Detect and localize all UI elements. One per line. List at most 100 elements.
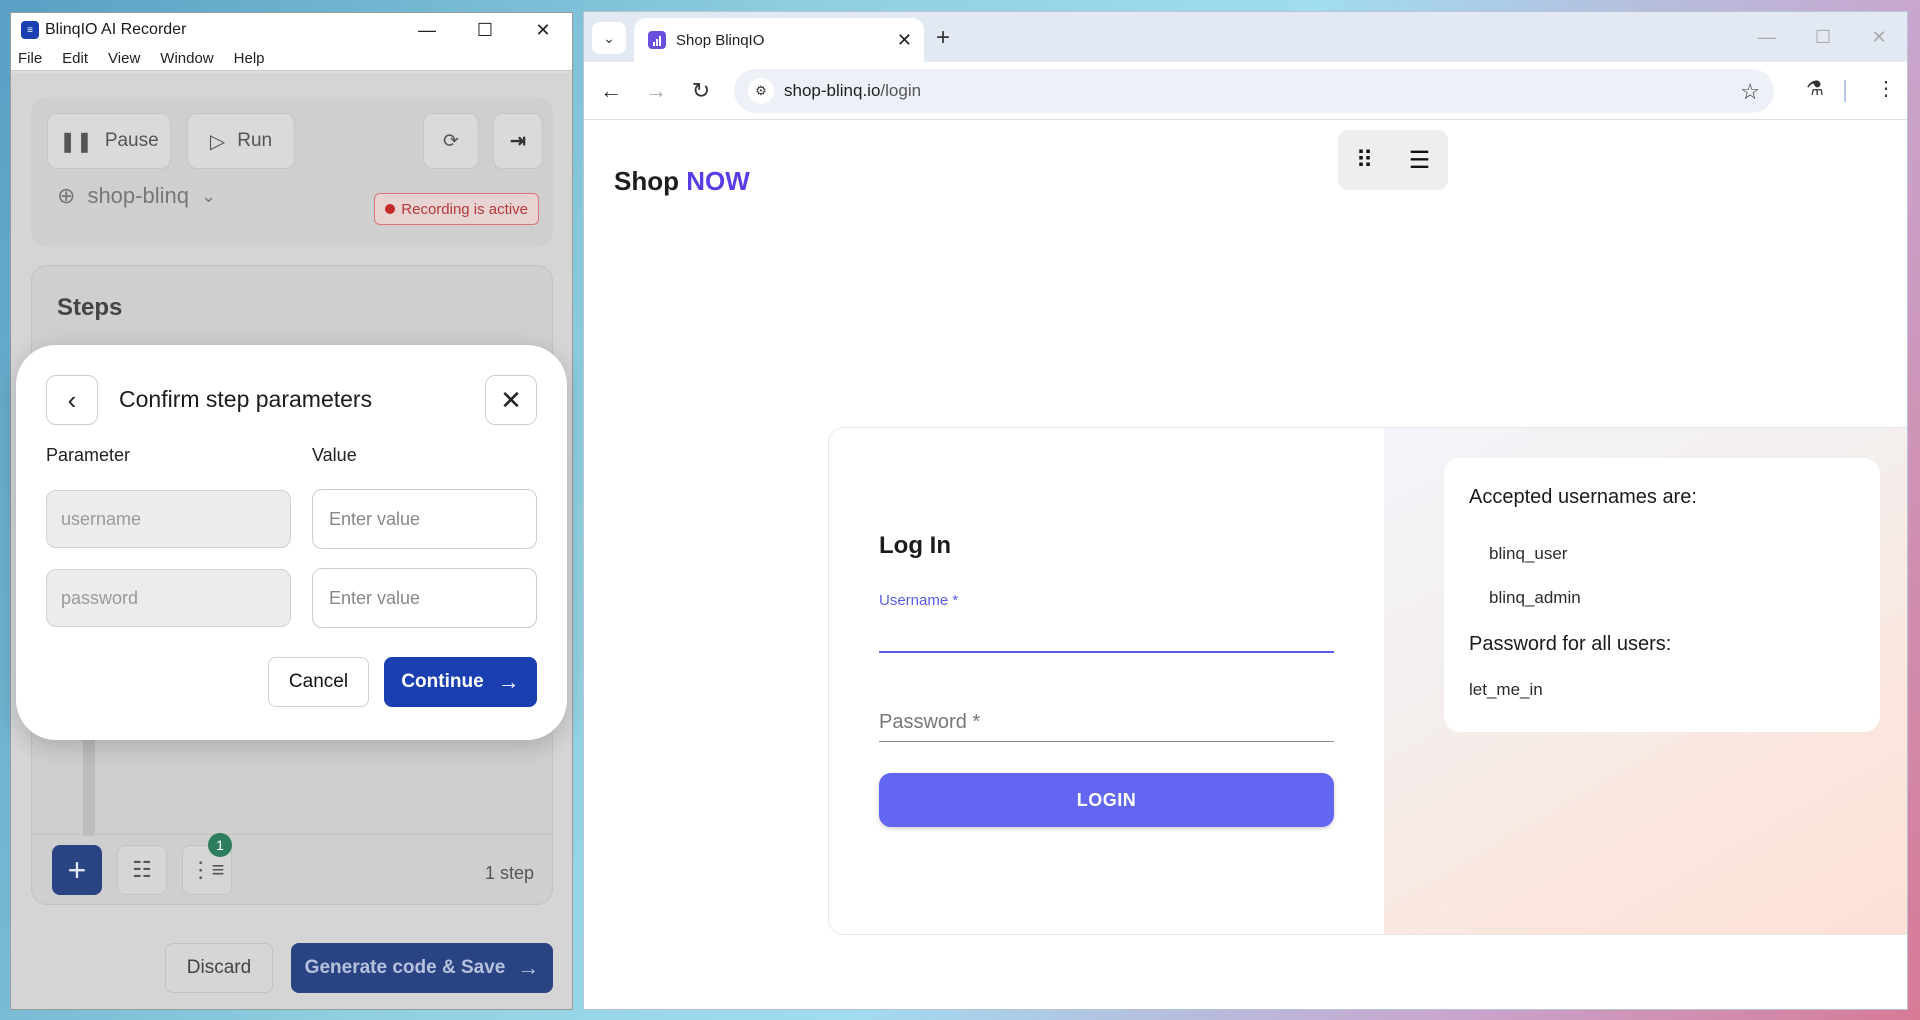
browser-toolbar: ← → ↻ ⚙ shop-blinq.io/login ☆ ⚗ ⋮: [584, 62, 1907, 120]
tab-shop-blinqio[interactable]: Shop BlinqIO ✕: [634, 18, 924, 62]
checklist-button[interactable]: ☷: [117, 845, 167, 895]
pause-label: Pause: [104, 130, 159, 151]
run-label: Run: [237, 130, 273, 151]
close-icon[interactable]: ✕: [514, 13, 572, 47]
recorder-titlebar: ≡ BlinqIO AI Recorder — ☐ ✕: [11, 13, 572, 47]
shop-favicon: [648, 31, 666, 49]
password-label: Password *: [879, 711, 981, 733]
password-value-input[interactable]: [312, 568, 537, 628]
add-step-button[interactable]: +: [52, 845, 102, 895]
skip-to-end-icon: ⇥: [510, 130, 526, 152]
minimize-icon[interactable]: —: [398, 13, 456, 47]
shop-now-logo[interactable]: Shop NOW: [614, 166, 750, 197]
step-timeline-line: [83, 736, 95, 836]
cancel-button[interactable]: Cancel: [268, 657, 369, 707]
chevron-left-icon: ‹: [67, 384, 77, 415]
url-path: /login: [880, 81, 922, 100]
menu-window[interactable]: Window: [158, 50, 213, 67]
close-dialog-button[interactable]: ✕: [485, 375, 537, 425]
browser-window: ⌄ Shop BlinqIO ✕ + — ☐ ✕ ← → ↻ ⚙ shop-bl…: [583, 11, 1908, 1010]
recording-status-badge: Recording is active: [374, 193, 539, 225]
drag-handle-icon[interactable]: ⠿: [1356, 146, 1374, 175]
password-field[interactable]: [879, 741, 1334, 742]
accepted-usernames-heading: Accepted usernames are:: [1469, 486, 1697, 508]
arrow-right-icon: →: [497, 669, 520, 694]
brand-main: Shop: [614, 166, 679, 196]
refresh-button[interactable]: ⟳: [423, 113, 479, 169]
arrow-right-icon: →: [517, 955, 540, 980]
continue-label: Continue: [401, 671, 484, 692]
dialog-title: Confirm step parameters: [119, 386, 373, 412]
login-button[interactable]: LOGIN: [879, 773, 1334, 827]
parameter-name-password: password: [46, 569, 291, 627]
plus-icon: +: [67, 851, 87, 888]
labs-flask-icon[interactable]: ⚗: [1806, 76, 1824, 101]
pause-icon: ❚❚: [59, 130, 93, 153]
password-heading: Password for all users:: [1469, 633, 1672, 655]
tab-title: Shop BlinqIO: [676, 31, 765, 49]
username-value-input[interactable]: [312, 489, 537, 549]
username-field[interactable]: [879, 651, 1334, 653]
generate-label: Generate code & Save: [304, 957, 506, 978]
parameter-column-header: Parameter: [46, 445, 131, 465]
list-tree-icon: ⋮≡: [189, 857, 225, 882]
menu-help[interactable]: Help: [232, 50, 265, 67]
blinqio-app-icon: ≡: [21, 21, 39, 39]
accepted-users-card: Accepted usernames are: blinq_user blinq…: [1444, 458, 1880, 732]
chevron-down-icon: ⌄: [603, 29, 615, 46]
browser-close-icon[interactable]: ✕: [1851, 12, 1907, 62]
login-info-panel: Accepted usernames are: blinq_user blinq…: [1384, 428, 1907, 934]
continue-button[interactable]: Continue →: [384, 657, 537, 707]
browser-maximize-icon[interactable]: ☐: [1795, 12, 1851, 62]
steps-footer: + ☷ ⋮≡ 1 1 step: [32, 833, 552, 904]
checklist-icon: ☷: [132, 857, 152, 882]
project-selector[interactable]: ⊕ shop-blinq ⌄: [57, 183, 216, 209]
parameter-name-username: username: [46, 490, 291, 548]
parameters-count-badge: 1: [208, 833, 232, 857]
pointer-select-icon[interactable]: ☰: [1409, 146, 1431, 175]
project-name: shop-blinq: [87, 183, 189, 208]
back-button[interactable]: ‹: [46, 375, 98, 425]
pause-button[interactable]: ❚❚ Pause: [47, 113, 171, 169]
site-info-icon[interactable]: ⚙: [748, 78, 774, 104]
kebab-menu-icon[interactable]: ⋮: [1876, 76, 1896, 101]
login-title: Log In: [879, 532, 951, 559]
menu-edit[interactable]: Edit: [60, 50, 88, 67]
discard-button[interactable]: Discard: [165, 943, 273, 993]
reload-icon[interactable]: ↻: [684, 74, 718, 108]
bookmark-star-icon[interactable]: ☆: [1740, 79, 1760, 105]
username-item: blinq_admin: [1489, 588, 1581, 607]
new-tab-icon[interactable]: +: [936, 24, 950, 52]
brand-accent: NOW: [686, 166, 750, 196]
play-icon: ▷: [209, 130, 226, 153]
url-text: shop-blinq.io/login: [784, 81, 921, 101]
tab-close-icon[interactable]: ✕: [897, 30, 912, 51]
step-count: 1 step: [484, 863, 534, 883]
menu-view[interactable]: View: [106, 50, 140, 67]
skip-to-end-button[interactable]: ⇥: [493, 113, 543, 169]
generate-code-save-button[interactable]: Generate code & Save →: [291, 943, 553, 993]
menu-file[interactable]: File: [16, 50, 42, 67]
maximize-icon[interactable]: ☐: [456, 13, 514, 47]
toolbar-separator: [1844, 80, 1846, 102]
login-form: Log In Username * Password * LOGIN: [829, 428, 1384, 934]
close-icon: ✕: [500, 384, 522, 415]
recorder-menubar: File Edit View Window Help: [11, 47, 572, 71]
forward-arrow-icon[interactable]: →: [639, 74, 673, 108]
password-value: let_me_in: [1469, 680, 1543, 699]
tab-search-button[interactable]: ⌄: [592, 22, 626, 54]
back-arrow-icon[interactable]: ←: [594, 74, 628, 108]
username-item: blinq_user: [1489, 544, 1568, 563]
url-host: shop-blinq.io: [784, 81, 881, 100]
run-button[interactable]: ▷ Run: [187, 113, 295, 169]
chevron-down-icon: ⌄: [200, 185, 217, 206]
confirm-parameters-dialog: ‹ Confirm step parameters ✕ Parameter Va…: [16, 345, 567, 740]
steps-title: Steps: [57, 294, 123, 321]
login-card: Log In Username * Password * LOGIN Accep…: [828, 427, 1907, 935]
controls-card: ❚❚ Pause ▷ Run ⟳ ⇥ ⊕ shop-blinq ⌄ Record…: [31, 97, 553, 247]
tab-strip: ⌄ Shop BlinqIO ✕ + — ☐ ✕: [584, 12, 1907, 62]
browser-minimize-icon[interactable]: —: [1739, 12, 1795, 62]
value-column-header: Value: [312, 445, 357, 465]
refresh-icon: ⟳: [443, 130, 459, 152]
address-bar[interactable]: ⚙ shop-blinq.io/login ☆: [734, 69, 1774, 113]
